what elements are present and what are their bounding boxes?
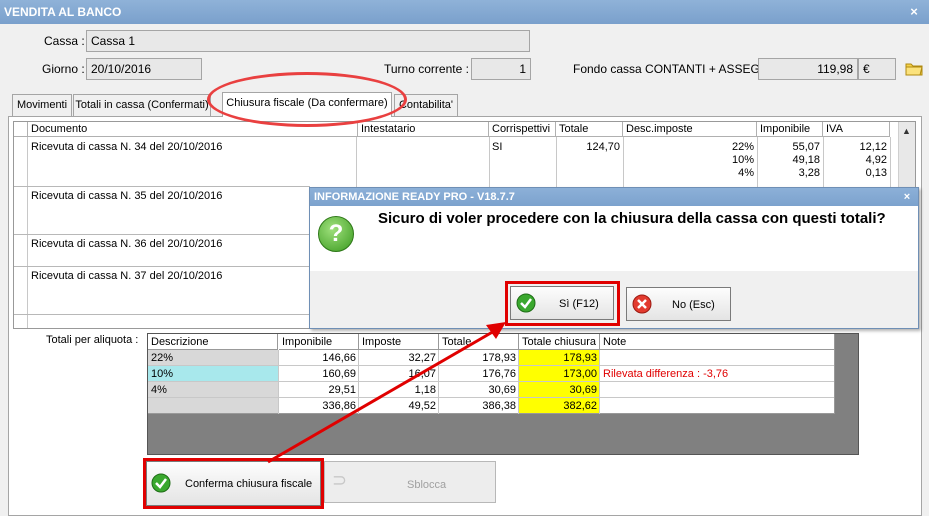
annotation-arrow bbox=[267, 322, 506, 464]
